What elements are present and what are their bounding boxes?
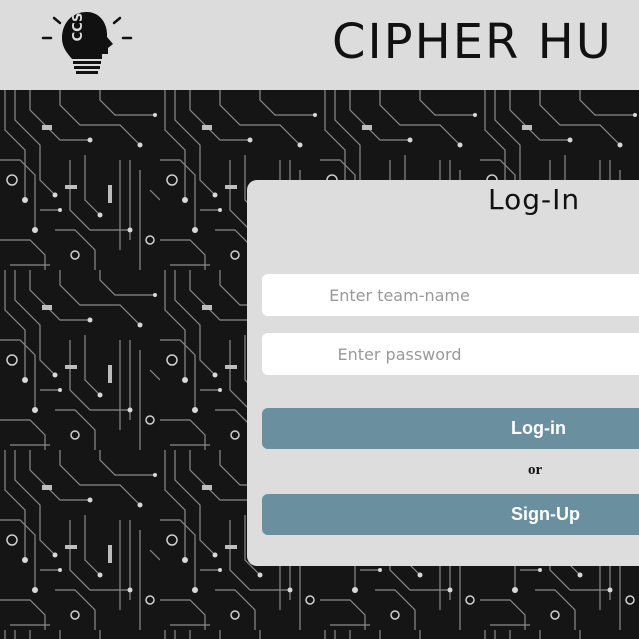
- site-header: CCS CIPHER HU: [0, 0, 639, 90]
- login-button[interactable]: Log-in: [262, 408, 639, 449]
- page: CCS CIPHER HU Log-In Log-in or Sign-Up: [0, 0, 639, 639]
- signup-button[interactable]: Sign-Up: [262, 494, 639, 535]
- bulb-head-logo-icon[interactable]: CCS: [40, 4, 134, 80]
- login-title: Log-In: [488, 183, 581, 216]
- or-separator: or: [528, 462, 543, 478]
- team-name-input[interactable]: [262, 274, 639, 316]
- logo-letters: CCS: [71, 13, 86, 42]
- site-title: CIPHER HU: [332, 14, 613, 70]
- password-input[interactable]: [262, 333, 639, 375]
